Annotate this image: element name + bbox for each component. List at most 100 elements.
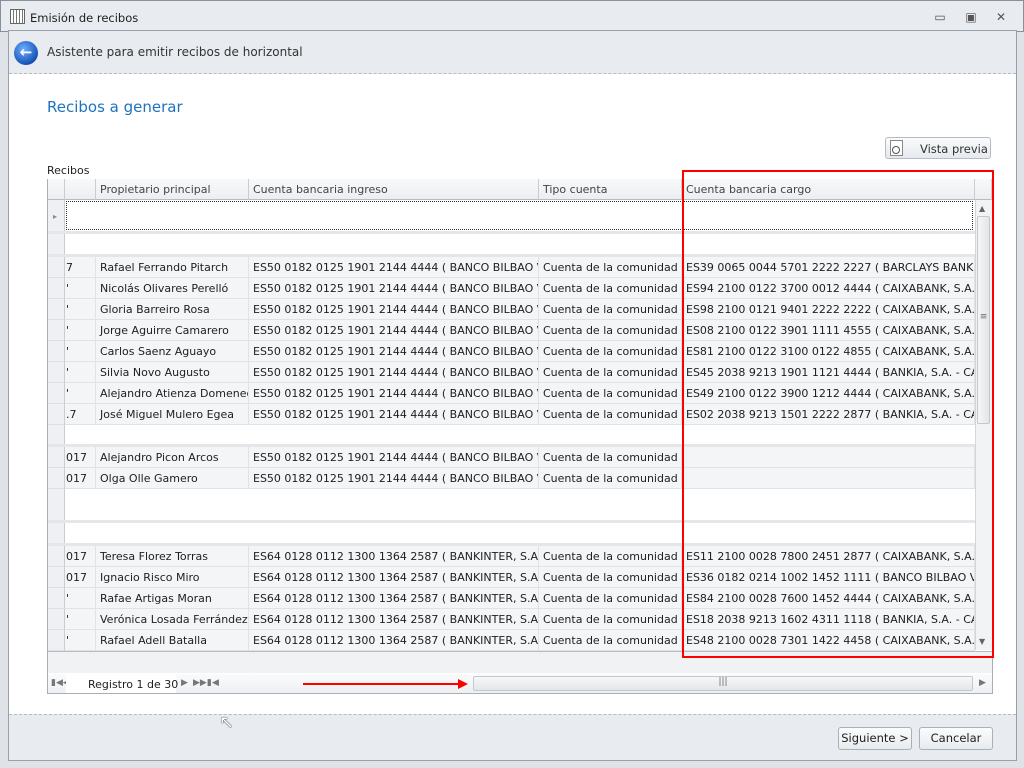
row-id-cell[interactable]: ' xyxy=(65,299,96,320)
next-record-icon[interactable]: ▶ xyxy=(181,678,188,688)
table-row[interactable]: 7 Rafael Ferrando Pitarch ES50 0182 0125 1… xyxy=(48,257,975,278)
row-id-cell[interactable]: .7 xyxy=(65,404,96,425)
column-header-0[interactable] xyxy=(65,179,96,200)
table-row[interactable]: ' Verónica Losada Ferrández ES64 0128 0112… xyxy=(48,609,975,630)
maximize-button[interactable]: ▣ xyxy=(960,9,982,25)
row-indicator[interactable] xyxy=(48,609,65,630)
owner-cell[interactable]: Gloria Barreiro Rosa xyxy=(96,299,249,320)
income-account-cell[interactable]: ES64 0128 0112 1300 1364 2587 ( BANKINTE… xyxy=(249,567,539,588)
account-type-cell[interactable]: Cuenta de la comunidad xyxy=(539,546,682,567)
charge-account-cell[interactable]: ES98 2100 0121 9401 2222 2222 ( CAIXABAN… xyxy=(682,299,975,320)
charge-account-cell[interactable]: ES11 2100 0028 7800 2451 2877 ( CAIXABAN… xyxy=(682,546,975,567)
charge-account-cell[interactable]: ES45 2038 9213 1901 1121 4444 ( BANKIA, … xyxy=(682,362,975,383)
group-row[interactable]: ▸ xyxy=(48,200,975,234)
account-type-cell[interactable]: Cuenta de la comunidad xyxy=(539,383,682,404)
charge-account-cell[interactable]: ES18 2038 9213 1602 4311 1118 ( BANKIA, … xyxy=(682,609,975,630)
income-account-cell[interactable]: ES50 0182 0125 1901 2144 4444 ( BANCO BI… xyxy=(249,278,539,299)
owner-cell[interactable]: Rafael Ferrando Pitarch xyxy=(96,257,249,278)
last-record-icon[interactable]: ▶▶▮ xyxy=(193,678,212,688)
account-type-cell[interactable]: Cuenta de la comunidad xyxy=(539,257,682,278)
row-indicator[interactable] xyxy=(48,630,65,651)
income-account-cell[interactable]: ES64 0128 0112 1300 1364 2587 ( BANKINTE… xyxy=(249,609,539,630)
row-indicator[interactable] xyxy=(48,546,65,567)
close-button[interactable]: ✕ xyxy=(990,9,1012,25)
group-row[interactable] xyxy=(48,425,975,447)
preview-button[interactable]: Vista previa xyxy=(885,137,991,159)
row-id-cell[interactable]: ' xyxy=(65,278,96,299)
table-row[interactable]: ' Carlos Saenz Aguayo ES50 0182 0125 1901 … xyxy=(48,341,975,362)
income-account-cell[interactable]: ES50 0182 0125 1901 2144 4444 ( BANCO BI… xyxy=(249,468,539,489)
owner-cell[interactable]: José Miguel Mulero Egea xyxy=(96,404,249,425)
table-row[interactable]: 017 Alejandro Picon Arcos ES50 0182 0125 1… xyxy=(48,447,975,468)
account-type-cell[interactable]: Cuenta de la comunidad xyxy=(539,299,682,320)
account-type-cell[interactable]: Cuenta de la comunidad xyxy=(539,468,682,489)
account-type-cell[interactable]: Cuenta de la comunidad xyxy=(539,630,682,651)
row-indicator[interactable] xyxy=(48,404,65,425)
charge-account-cell[interactable]: ES49 2100 0122 3900 1212 4444 ( CAIXABAN… xyxy=(682,383,975,404)
charge-account-cell[interactable]: ES81 2100 0122 3100 0122 4855 ( CAIXABAN… xyxy=(682,341,975,362)
owner-cell[interactable]: Verónica Losada Ferrández xyxy=(96,609,249,630)
scroll-right-icon[interactable]: ▶ xyxy=(979,678,986,688)
account-type-cell[interactable]: Cuenta de la comunidad xyxy=(539,609,682,630)
next-button[interactable]: Siguiente > xyxy=(838,727,912,750)
charge-account-cell[interactable]: ES94 2100 0122 3700 0012 4444 ( CAIXABAN… xyxy=(682,278,975,299)
column-header-income-account[interactable]: Cuenta bancaria ingreso xyxy=(249,179,539,200)
income-account-cell[interactable]: ES50 0182 0125 1901 2144 4444 ( BANCO BI… xyxy=(249,383,539,404)
account-type-cell[interactable]: Cuenta de la comunidad xyxy=(539,341,682,362)
scroll-left-icon[interactable]: ◀ xyxy=(212,678,219,688)
owner-cell[interactable]: Carlos Saenz Aguayo xyxy=(96,341,249,362)
table-row[interactable]: ' Silvia Novo Augusto ES50 0182 0125 1901 … xyxy=(48,362,975,383)
income-account-cell[interactable]: ES50 0182 0125 1901 2144 4444 ( BANCO BI… xyxy=(249,320,539,341)
row-indicator[interactable] xyxy=(48,257,65,278)
row-id-cell[interactable]: ' xyxy=(65,588,96,609)
account-type-cell[interactable]: Cuenta de la comunidad xyxy=(539,567,682,588)
table-row[interactable]: 017 Teresa Florez Torras ES64 0128 0112 13… xyxy=(48,546,975,567)
row-id-cell[interactable]: ' xyxy=(65,609,96,630)
charge-account-cell[interactable]: ES39 0065 0044 5701 2222 2227 ( BARCLAYS… xyxy=(682,257,975,278)
column-header-account-type[interactable]: Tipo cuenta xyxy=(539,179,682,200)
row-id-cell[interactable]: ' xyxy=(65,630,96,651)
column-header-charge-account[interactable]: Cuenta bancaria cargo xyxy=(682,179,975,200)
cancel-button[interactable]: Cancelar xyxy=(919,727,993,750)
income-account-cell[interactable]: ES50 0182 0125 1901 2144 4444 ( BANCO BI… xyxy=(249,404,539,425)
row-id-cell[interactable]: 017 xyxy=(65,447,96,468)
charge-account-cell[interactable] xyxy=(682,468,975,489)
owner-cell[interactable]: Jorge Aguirre Camarero xyxy=(96,320,249,341)
row-indicator[interactable] xyxy=(48,383,65,404)
table-row[interactable]: ' Rafae Artigas Moran ES64 0128 0112 1300 … xyxy=(48,588,975,609)
table-row[interactable]: .7 José Miguel Mulero Egea ES50 0182 0125 … xyxy=(48,404,975,425)
scroll-down-icon[interactable]: ▼ xyxy=(979,637,985,646)
account-type-cell[interactable]: Cuenta de la comunidad xyxy=(539,278,682,299)
charge-account-cell[interactable]: ES84 2100 0028 7600 1452 4444 ( CAIXABAN… xyxy=(682,588,975,609)
row-indicator[interactable] xyxy=(48,278,65,299)
income-account-cell[interactable]: ES64 0128 0112 1300 1364 2587 ( BANKINTE… xyxy=(249,546,539,567)
table-row[interactable]: ' Jorge Aguirre Camarero ES50 0182 0125 19… xyxy=(48,320,975,341)
income-account-cell[interactable]: ES64 0128 0112 1300 1364 2587 ( BANKINTE… xyxy=(249,630,539,651)
income-account-cell[interactable]: ES50 0182 0125 1901 2144 4444 ( BANCO BI… xyxy=(249,341,539,362)
owner-cell[interactable]: Ignacio Risco Miro xyxy=(96,567,249,588)
account-type-cell[interactable]: Cuenta de la comunidad xyxy=(539,588,682,609)
row-id-cell[interactable]: ' xyxy=(65,362,96,383)
minimize-button[interactable]: ▭ xyxy=(929,9,951,25)
row-indicator[interactable] xyxy=(48,362,65,383)
row-id-cell[interactable]: 017 xyxy=(65,546,96,567)
group-row[interactable] xyxy=(48,523,975,546)
income-account-cell[interactable]: ES50 0182 0125 1901 2144 4444 ( BANCO BI… xyxy=(249,362,539,383)
account-type-cell[interactable]: Cuenta de la comunidad xyxy=(539,362,682,383)
owner-cell[interactable]: Silvia Novo Augusto xyxy=(96,362,249,383)
account-type-cell[interactable]: Cuenta de la comunidad xyxy=(539,404,682,425)
owner-cell[interactable]: Alejandro Atienza Domenech xyxy=(96,383,249,404)
charge-account-cell[interactable] xyxy=(682,447,975,468)
table-row[interactable]: 017 Ignacio Risco Miro ES64 0128 0112 1300… xyxy=(48,567,975,588)
vertical-scroll-thumb[interactable]: ≡ xyxy=(977,216,990,424)
income-account-cell[interactable]: ES50 0182 0125 1901 2144 4444 ( BANCO BI… xyxy=(249,447,539,468)
charge-account-cell[interactable]: ES36 0182 0214 1002 1452 1111 ( BANCO BI… xyxy=(682,567,975,588)
charge-account-cell[interactable]: ES48 2100 0028 7301 1422 4458 ( CAIXABAN… xyxy=(682,630,975,651)
income-account-cell[interactable]: ES50 0182 0125 1901 2144 4444 ( BANCO BI… xyxy=(249,299,539,320)
owner-cell[interactable]: Olga Olle Gamero xyxy=(96,468,249,489)
row-indicator[interactable] xyxy=(48,341,65,362)
row-indicator[interactable] xyxy=(48,567,65,588)
row-id-cell[interactable]: ' xyxy=(65,383,96,404)
account-type-cell[interactable]: Cuenta de la comunidad xyxy=(539,320,682,341)
row-id-cell[interactable]: 7 xyxy=(65,257,96,278)
